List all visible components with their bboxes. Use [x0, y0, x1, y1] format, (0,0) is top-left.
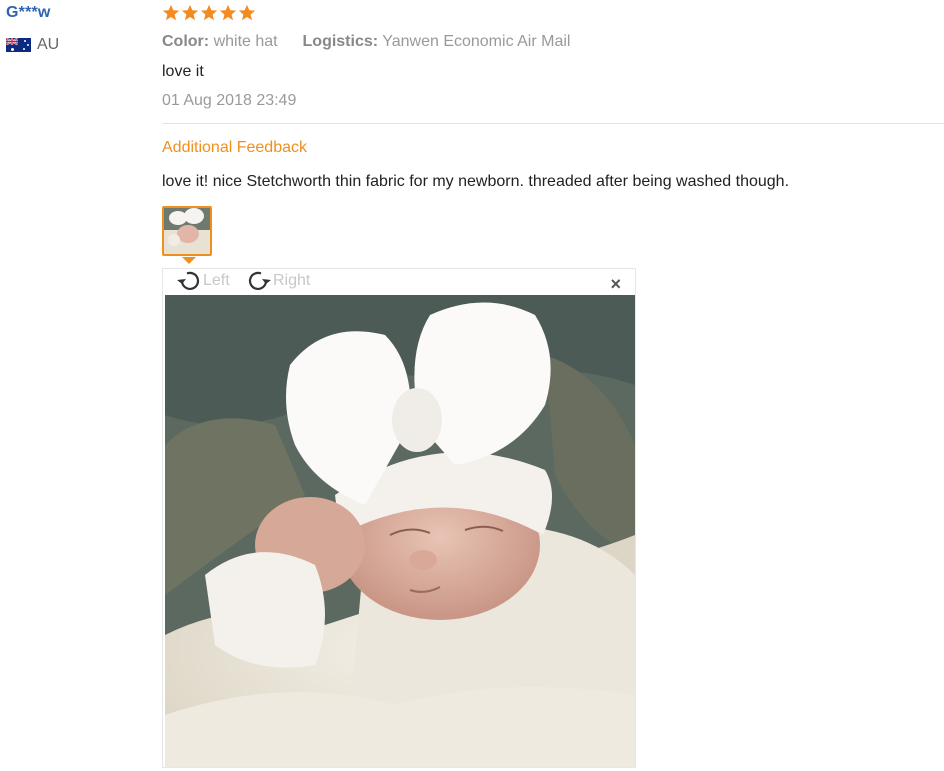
rotate-right-button[interactable]: Right — [245, 269, 310, 293]
reviewer-name: G***w — [6, 4, 51, 21]
rotate-right-label: Right — [273, 272, 311, 289]
star-icon — [219, 4, 237, 21]
reviewer-info: G***w AU — [6, 4, 59, 54]
star-icon — [162, 4, 180, 21]
additional-feedback-title: Additional Feedback — [162, 139, 307, 156]
review-photo-thumbnail[interactable] — [162, 206, 212, 256]
divider — [162, 123, 944, 124]
review-text: love it — [162, 63, 204, 80]
union-jack-icon — [6, 38, 18, 45]
review-date: 01 Aug 2018 23:49 — [162, 92, 297, 109]
logistics-label: Logistics: — [302, 33, 379, 50]
order-meta: Color: white hat Logistics: Yanwen Econo… — [162, 33, 570, 51]
viewer-toolbar: Left Right × — [163, 269, 635, 295]
baby-photo-image — [165, 295, 635, 767]
color-label: Color: — [162, 33, 210, 50]
additional-feedback-text: love it! nice Stetchworth thin fabric fo… — [162, 173, 790, 190]
thumbnail-image — [164, 208, 210, 254]
rotate-left-button[interactable]: Left — [175, 269, 230, 293]
thumbnail-pointer — [182, 257, 196, 264]
review-photo — [165, 295, 635, 767]
star-icon — [200, 4, 218, 21]
rotate-left-icon — [177, 271, 200, 290]
color-value: white hat — [213, 33, 278, 50]
star-icon — [181, 4, 199, 21]
australia-flag-icon — [6, 38, 31, 52]
photo-viewer: Left Right × — [162, 268, 636, 768]
country-code: AU — [37, 36, 60, 53]
logistics-value: Yanwen Economic Air Mail — [382, 33, 571, 50]
star-rating — [162, 4, 256, 22]
rotate-right-icon — [248, 271, 271, 290]
rotate-left-label: Left — [203, 272, 230, 289]
star-icon — [238, 4, 256, 21]
reviewer-country: AU — [6, 36, 59, 54]
close-viewer-button[interactable]: × — [610, 275, 621, 293]
